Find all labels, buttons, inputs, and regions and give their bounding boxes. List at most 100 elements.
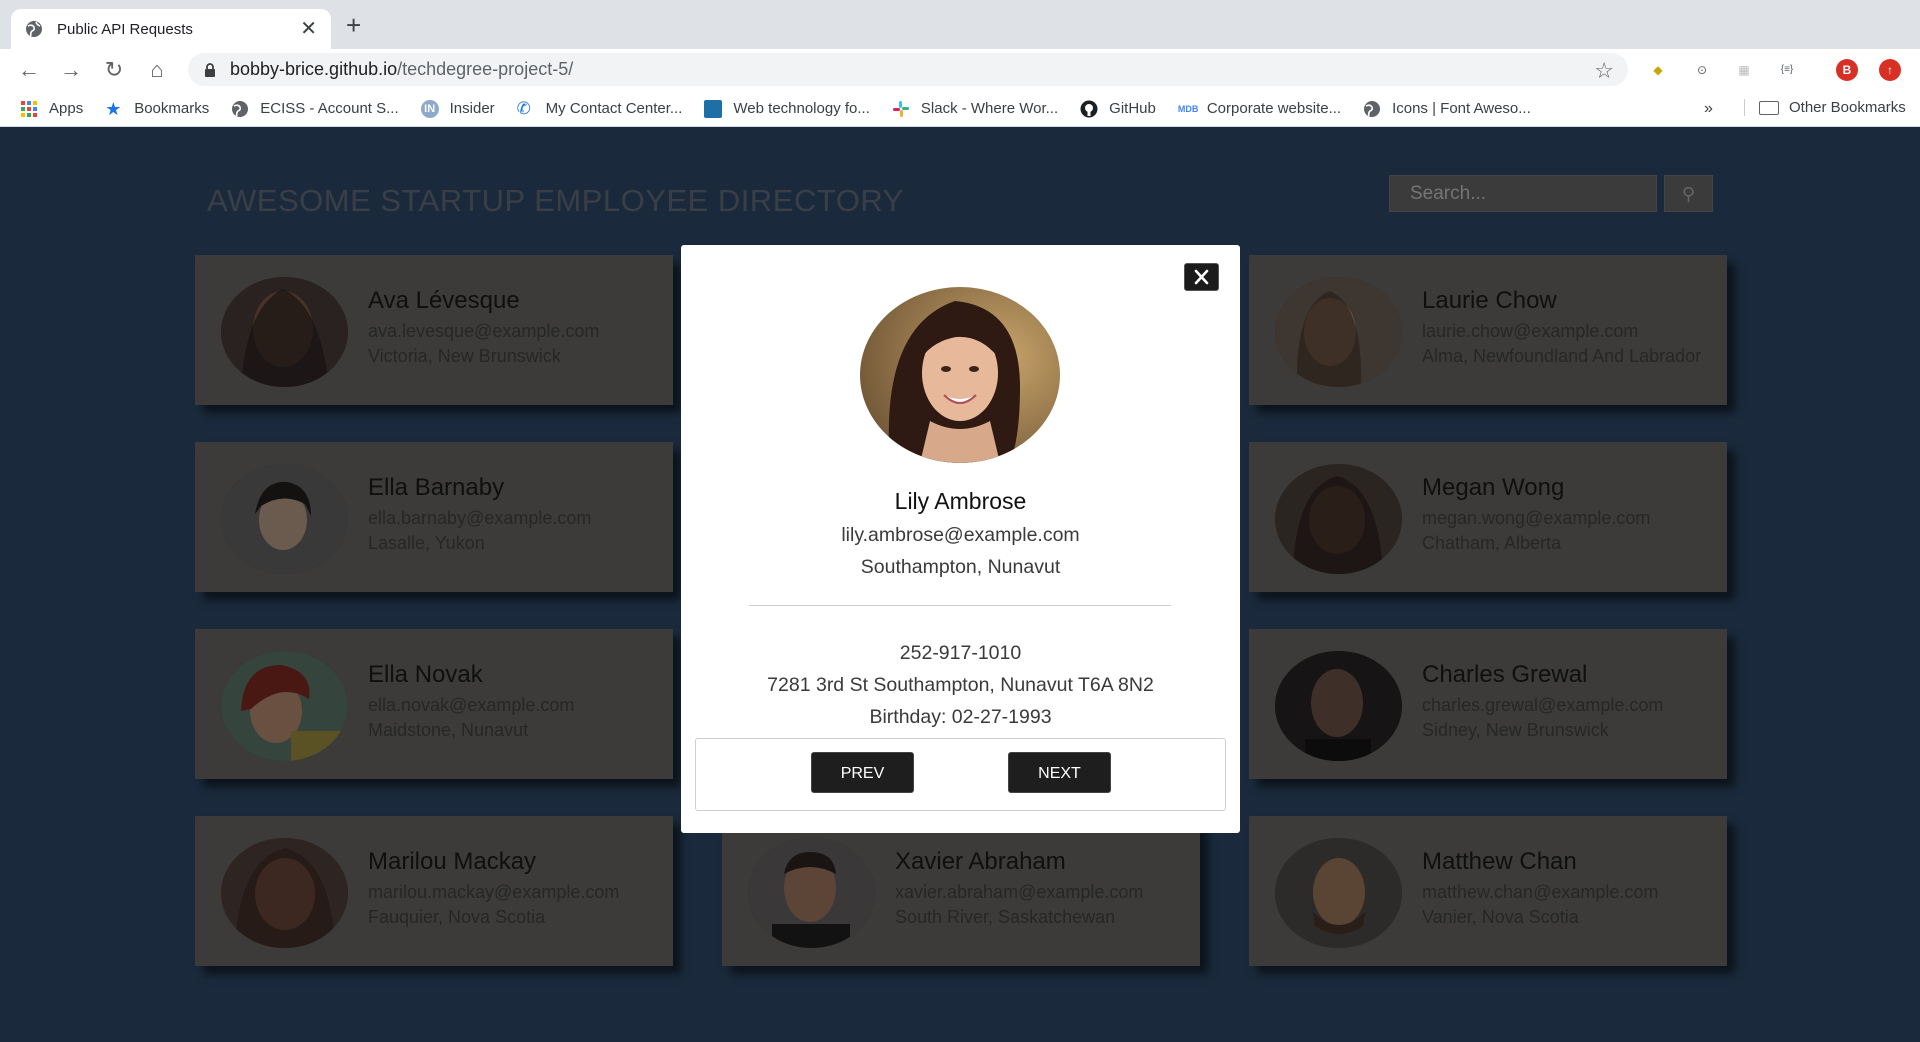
profile-avatar[interactable]: B <box>1836 59 1858 81</box>
employee-card[interactable]: Ella Novak ella.novak@example.com Maidst… <box>195 629 673 779</box>
extension-icon[interactable]: ▦ <box>1733 59 1755 81</box>
new-tab-plus-icon[interactable]: + <box>346 12 361 38</box>
employee-name: Charles Grewal <box>1422 661 1588 688</box>
modal-nav-container: PREV NEXT <box>695 738 1226 811</box>
bookmark-github[interactable]: GitHub <box>1080 100 1156 118</box>
update-icon[interactable]: ↑ <box>1879 59 1901 81</box>
bookmark-label: ECISS - Account S... <box>260 100 399 117</box>
magnifier-icon: ⚲ <box>1681 184 1696 204</box>
employee-name: Matthew Chan <box>1422 848 1577 875</box>
page-body: AWESOME STARTUP EMPLOYEE DIRECTORY ⚲ Ava… <box>0 127 1920 1042</box>
employee-card[interactable]: Charles Grewal charles.grewal@example.co… <box>1249 629 1727 779</box>
modal-close-button[interactable] <box>1184 263 1219 291</box>
phone-icon: ✆ <box>516 98 531 118</box>
browser-toolbar: ← → ↻ ⌂ bobby-brice.github.io /techdegre… <box>0 49 1920 91</box>
search-form: ⚲ <box>1389 175 1713 212</box>
mdn-icon <box>704 99 723 118</box>
url-path: /techdegree-project-5/ <box>397 59 574 79</box>
employee-email: megan.wong@example.com <box>1422 508 1651 528</box>
forward-arrow-icon[interactable]: → <box>58 57 84 83</box>
employee-photo <box>1275 277 1402 387</box>
prev-button[interactable]: PREV <box>811 752 914 793</box>
employee-photo <box>221 838 348 948</box>
other-bookmarks[interactable]: Other Bookmarks <box>1744 99 1906 116</box>
employee-city: Sidney, New Brunswick <box>1422 720 1609 740</box>
employee-card[interactable]: Marilou Mackay marilou.mackay@example.co… <box>195 816 673 966</box>
employee-name: Ava Lévesque <box>368 287 520 314</box>
employee-email: ella.novak@example.com <box>368 695 575 715</box>
employee-modal: Lily Ambrose lily.ambrose@example.com So… <box>681 245 1240 833</box>
employee-email: ava.levesque@example.com <box>368 321 600 341</box>
bookmarks-bar: Apps ★ Bookmarks ECISS - Account S... IN… <box>0 91 1920 127</box>
folder-icon <box>1759 100 1779 115</box>
bookmark-slack[interactable]: Slack - Where Wor... <box>892 100 1058 118</box>
bookmark-star-icon[interactable]: ☆ <box>1594 58 1614 84</box>
address-bar[interactable]: bobby-brice.github.io /techdegree-projec… <box>188 53 1628 86</box>
modal-divider <box>749 605 1171 606</box>
employee-name: Laurie Chow <box>1422 287 1557 314</box>
bookmark-font-awesome[interactable]: Icons | Font Aweso... <box>1363 100 1531 118</box>
employee-photo <box>1275 651 1402 761</box>
bookmark-apps[interactable]: Apps <box>20 100 83 118</box>
bookmark-label: Corporate website... <box>1206 100 1342 117</box>
employee-card[interactable]: Xavier Abraham xavier.abraham@example.co… <box>722 816 1200 966</box>
more-bookmarks-chevron-icon[interactable]: » <box>1704 100 1713 118</box>
apps-grid-icon <box>21 100 37 117</box>
bookmark-corporate[interactable]: MDB Corporate website... <box>1178 100 1341 118</box>
employee-name: Marilou Mackay <box>368 848 537 875</box>
employee-card[interactable]: Megan Wong megan.wong@example.com Chatha… <box>1249 442 1727 592</box>
employee-city: Chatham, Alberta <box>1422 533 1562 553</box>
employee-card[interactable]: Ella Barnaby ella.barnaby@example.com La… <box>195 442 673 592</box>
employee-card[interactable]: Laurie Chow laurie.chow@example.com Alma… <box>1249 255 1727 405</box>
modal-employee-birthday: Birthday: 02-27-1993 <box>869 706 1052 728</box>
bookmark-web-technology[interactable]: Web technology fo... <box>704 99 870 118</box>
employee-city: Victoria, New Brunswick <box>368 346 561 366</box>
json-extension-icon[interactable]: {≡} <box>1776 59 1798 81</box>
mdb-icon: MDB <box>1177 103 1199 114</box>
employee-photo <box>748 838 875 948</box>
employee-city: Fauquier, Nova Scotia <box>368 907 546 927</box>
bookmark-bookmarks[interactable]: ★ Bookmarks <box>105 100 209 118</box>
search-button[interactable]: ⚲ <box>1664 175 1713 212</box>
modal-employee-photo <box>860 287 1060 463</box>
bookmark-label: Insider <box>449 100 495 117</box>
page-title: AWESOME STARTUP EMPLOYEE DIRECTORY <box>207 183 904 218</box>
employee-card[interactable]: Matthew Chan matthew.chan@example.com Va… <box>1249 816 1727 966</box>
bookmark-contact-center[interactable]: ✆ My Contact Center... <box>516 98 683 118</box>
globe-icon <box>1364 100 1381 117</box>
tab-close-icon[interactable]: ✕ <box>300 19 317 39</box>
back-arrow-icon[interactable]: ← <box>16 57 42 83</box>
employee-card[interactable]: Ava Lévesque ava.levesque@example.com Vi… <box>195 255 673 405</box>
employee-city: Maidstone, Nunavut <box>368 720 529 740</box>
url-host: bobby-brice.github.io <box>230 59 398 79</box>
next-button[interactable]: NEXT <box>1008 752 1111 793</box>
extension-icon[interactable]: ◆ <box>1647 59 1669 81</box>
modal-employee-address: 7281 3rd St Southampton, Nunavut T6A 8N2 <box>767 674 1154 696</box>
bookmark-eciss[interactable]: ECISS - Account S... <box>231 100 399 118</box>
employee-email: laurie.chow@example.com <box>1422 321 1639 341</box>
employee-email: ella.barnaby@example.com <box>368 508 592 528</box>
employee-name: Megan Wong <box>1422 474 1565 501</box>
extension-icon[interactable]: ⊙ <box>1691 59 1713 81</box>
employee-city: South River, Saskatchewan <box>895 907 1116 927</box>
lock-icon <box>205 62 215 77</box>
employee-city: Vanier, Nova Scotia <box>1422 907 1579 927</box>
employee-name: Xavier Abraham <box>895 848 1066 875</box>
bookmark-insider[interactable]: IN Insider <box>420 99 495 118</box>
employee-email: charles.grewal@example.com <box>1422 695 1664 715</box>
home-icon[interactable]: ⌂ <box>144 57 170 83</box>
reload-icon[interactable]: ↻ <box>101 57 127 83</box>
employee-photo <box>1275 838 1402 948</box>
globe-icon <box>232 100 249 117</box>
modal-employee-city: Southampton, Nunavut <box>860 556 1061 578</box>
employee-photo <box>221 464 348 574</box>
employee-photo <box>1275 464 1402 574</box>
bookmark-label: My Contact Center... <box>545 100 683 117</box>
other-bookmarks-label: Other Bookmarks <box>1789 99 1906 116</box>
star-icon: ★ <box>105 98 122 119</box>
search-input[interactable] <box>1389 175 1657 212</box>
tab-title: Public API Requests <box>57 20 193 38</box>
employee-name: Ella Barnaby <box>368 474 505 501</box>
close-icon <box>1194 269 1209 285</box>
browser-tab[interactable]: Public API Requests ✕ <box>11 9 331 49</box>
